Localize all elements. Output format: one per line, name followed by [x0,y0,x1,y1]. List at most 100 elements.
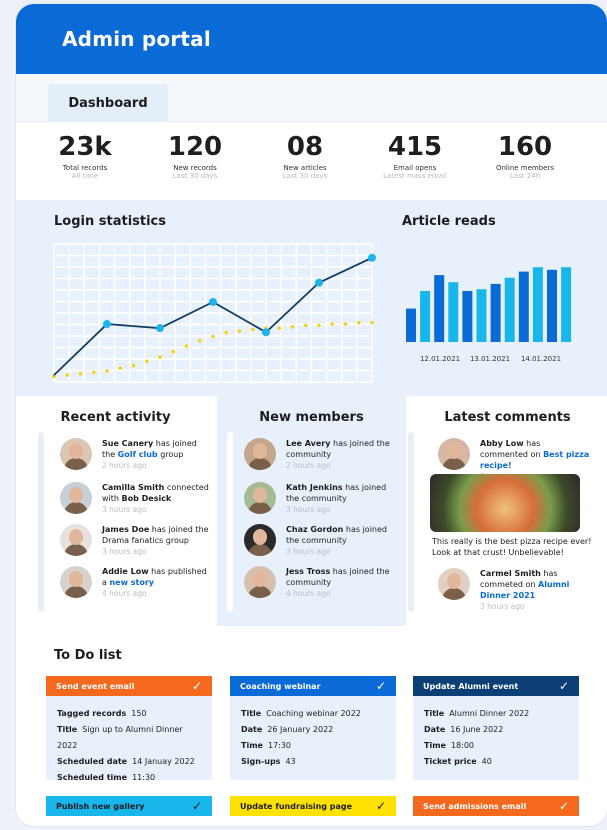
row-label: Tagged records [57,709,127,718]
stat-sub: All time [71,172,99,180]
avatar [438,438,470,470]
login-point[interactable] [262,328,270,337]
check-icon[interactable]: ✓ [192,679,202,693]
stat-label: New articles [283,164,327,172]
activity-section: Recent activity Sue Canery has joined th… [16,396,607,628]
activity-text: Camilla Smith connected with Bob Desick 3… [102,482,212,515]
activity-text: James Doe has joined the Drama fanatics … [102,524,212,557]
dotted-series-point [237,329,242,333]
member-name: Lee Avery [286,439,331,448]
activity-text: Sue Canery has joined the Golf club grou… [102,438,212,471]
check-icon[interactable]: ✓ [559,799,569,813]
login-point[interactable] [103,320,111,329]
activity-item: Addie Low has published a new story 4 hou… [60,566,212,599]
check-icon[interactable]: ✓ [376,679,386,693]
stat-value: 120 [167,132,223,162]
stat-online-members: 160 Online members Last 24h [470,132,580,180]
stat-new-records: 120 New records Last 30 days [140,132,250,180]
member-item: Jess Tross has joined the community 4 hou… [244,566,396,599]
avatar [60,482,92,514]
activity-text: Addie Low has published a new story 4 hou… [102,566,212,599]
check-icon[interactable]: ✓ [376,799,386,813]
activity-item: Sue Canery has joined the Golf club grou… [60,438,212,471]
row-value: 14 Januay 2022 [132,757,195,766]
activity-user: Camilla Smith [102,483,165,492]
check-icon[interactable]: ✓ [192,799,202,813]
dotted-series-point [211,334,215,339]
dotted-series-point [197,338,202,343]
article-reads-bar [448,282,459,342]
row-label: Time [424,741,446,750]
avatar [438,568,470,600]
todo-publish-new-gallery[interactable]: Publish new gallery ✓ [46,796,212,816]
dotted-series-point [78,371,83,376]
todo-row: Title Sign up to Alumni Dinner 2022 [57,722,201,754]
todo-send-admissions-email[interactable]: Send admissions email ✓ [413,796,579,816]
login-point[interactable] [315,278,323,287]
todo-card-update-alumni-event[interactable]: Update Alumni event ✓ Title Alumni Dinner … [413,676,579,780]
row-value: Alumni Dinner 2022 [449,709,530,718]
todo-bar-label: Update fundraising page [240,801,353,811]
avatar [244,482,276,514]
todo-row: Date 16 June 2022 [424,722,568,738]
article-reads-bar [547,269,557,342]
todo-update-fundraising-page[interactable]: Update fundraising page ✓ [230,796,396,816]
dotted-series-point [330,322,335,326]
dotted-series-point [144,359,149,364]
article-reads-bar [462,290,473,342]
todo-row: Scheduled time 11:30 [57,770,201,786]
article-reads-bar [532,267,543,342]
login-point[interactable] [156,324,164,333]
activity-link[interactable]: Golf club [118,450,158,459]
dotted-series-point [290,325,295,329]
member-item: Kath Jenkins has joined the community 3 h… [244,482,396,515]
stat-email-opens: 415 Email opens Latest mass email [360,132,470,180]
row-label: Time [241,741,263,750]
row-value: 16 June 2022 [450,725,504,734]
latest-comments-scrollbar[interactable] [408,432,414,612]
app-header: Admin portal [16,4,607,74]
todo-row: Title Coaching webinar 2022 [241,706,385,722]
todo-bar-label: Send admissions email [423,801,527,811]
article-reads-date-label: 12.01.2021 [420,355,460,363]
pizza-image [430,474,580,532]
dotted-series-point [370,320,374,325]
login-point[interactable] [209,297,217,306]
new-members-scrollbar[interactable] [227,432,233,612]
avatar [60,524,92,556]
check-icon[interactable]: ✓ [559,679,569,693]
activity-link[interactable]: new story [109,578,154,587]
dotted-series-point [184,344,189,348]
dotted-series-point [131,363,136,368]
recent-activity-scrollbar[interactable] [38,432,44,612]
dotted-series-point [171,349,176,354]
new-members-title: New members [259,410,364,425]
tab-bar: Dashboard [16,74,607,122]
row-label: Ticket price [424,757,477,766]
activity-user: Addie Low [102,567,149,576]
article-reads-bar [420,290,431,342]
stat-label: Total records [62,164,108,172]
login-point[interactable] [368,253,376,262]
todo-card-send-event-email[interactable]: Send event email ✓ Tagged records 150 Titl… [46,676,212,782]
login-line [53,256,373,376]
row-value: 17:30 [267,741,292,750]
dotted-series-point [158,355,162,359]
article-reads-bar [518,271,529,342]
row-label: Title [57,725,78,734]
todo-card-coaching-webinar[interactable]: Coaching webinar ✓ Title Coaching webinar … [230,676,396,780]
member-text: Jess Tross has joined the community 4 hou… [286,566,396,599]
todo-row: Title Alumni Dinner 2022 [424,706,568,722]
member-time: 3 hours ago [286,505,331,514]
member-name: Kath Jenkins [286,483,343,492]
dotted-series-point [303,323,308,328]
row-label: Date [241,725,263,734]
todo-row: Time 17:30 [241,738,385,754]
stat-value: 23k [58,132,112,162]
row-label: Date [424,725,446,734]
article-reads-bar [504,277,515,342]
tab-dashboard[interactable]: Dashboard [48,84,168,122]
row-label: Sign-ups [241,757,281,766]
dotted-series-point [277,326,282,330]
stat-total-records: 23k Total records All time [30,132,140,180]
